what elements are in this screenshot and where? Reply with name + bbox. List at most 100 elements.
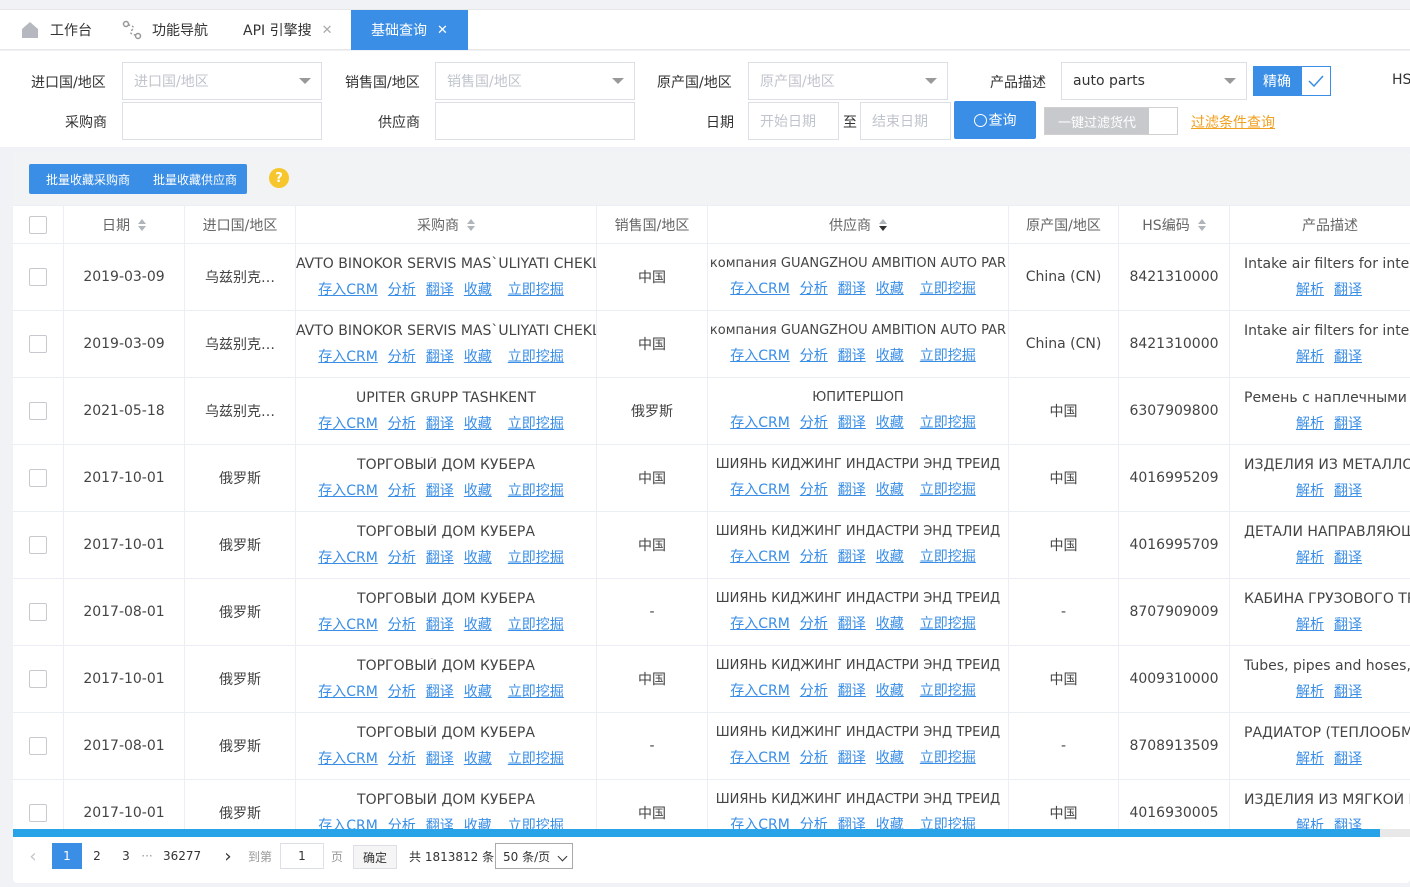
translate-link[interactable]: 翻译 bbox=[426, 279, 454, 299]
analyze-link[interactable]: 分析 bbox=[800, 479, 828, 499]
mine-now-link[interactable]: 立即挖掘 bbox=[508, 547, 564, 567]
save-crm-link[interactable]: 存入CRM bbox=[730, 412, 790, 432]
row-checkbox[interactable] bbox=[29, 536, 47, 554]
mine-now-link[interactable]: 立即挖掘 bbox=[920, 546, 976, 566]
favorite-link[interactable]: 收藏 bbox=[876, 546, 904, 566]
analyze-link[interactable]: 分析 bbox=[800, 680, 828, 700]
translate-link[interactable]: 翻译 bbox=[426, 480, 454, 500]
save-crm-link[interactable]: 存入CRM bbox=[730, 278, 790, 298]
tab-basic-query[interactable]: 基础查询 ✕ bbox=[351, 10, 468, 50]
mine-now-link[interactable]: 立即挖掘 bbox=[920, 412, 976, 432]
col-buyer[interactable]: 采购商 bbox=[296, 206, 597, 244]
favorite-link[interactable]: 收藏 bbox=[876, 345, 904, 365]
save-crm-link[interactable]: 存入CRM bbox=[730, 546, 790, 566]
save-crm-link[interactable]: 存入CRM bbox=[730, 479, 790, 499]
favorite-link[interactable]: 收藏 bbox=[464, 614, 492, 634]
translate-link[interactable]: 翻译 bbox=[838, 747, 866, 767]
mine-now-link[interactable]: 立即挖掘 bbox=[920, 747, 976, 767]
favorite-link[interactable]: 收藏 bbox=[876, 479, 904, 499]
mine-now-link[interactable]: 立即挖掘 bbox=[920, 278, 976, 298]
translate-link[interactable]: 翻译 bbox=[1334, 748, 1362, 768]
analyze-link[interactable]: 分析 bbox=[388, 681, 416, 701]
goto-confirm-button[interactable]: 确定 bbox=[353, 845, 397, 869]
translate-link[interactable]: 翻译 bbox=[1334, 480, 1362, 500]
analyze-link[interactable]: 分析 bbox=[800, 278, 828, 298]
mine-now-link[interactable]: 立即挖掘 bbox=[508, 748, 564, 768]
analyze-link[interactable]: 分析 bbox=[800, 747, 828, 767]
mine-now-link[interactable]: 立即挖掘 bbox=[508, 681, 564, 701]
analyze-link[interactable]: 分析 bbox=[388, 748, 416, 768]
batch-collect-buyers-button[interactable]: 批量收藏采购商 bbox=[29, 164, 147, 194]
analyze-link[interactable]: 分析 bbox=[388, 480, 416, 500]
sales-country-select[interactable]: 销售国/地区 bbox=[435, 62, 635, 100]
product-desc-select[interactable]: auto parts bbox=[1061, 62, 1247, 100]
save-crm-link[interactable]: 存入CRM bbox=[318, 815, 378, 831]
row-checkbox[interactable] bbox=[29, 402, 47, 420]
filter-conditions-link[interactable]: 过滤条件查询 bbox=[1191, 112, 1275, 132]
favorite-link[interactable]: 收藏 bbox=[464, 547, 492, 567]
save-crm-link[interactable]: 存入CRM bbox=[318, 413, 378, 433]
favorite-link[interactable]: 收藏 bbox=[464, 681, 492, 701]
mine-now-link[interactable]: 立即挖掘 bbox=[508, 413, 564, 433]
row-checkbox[interactable] bbox=[29, 268, 47, 286]
next-page-button[interactable]: › bbox=[220, 843, 236, 869]
parse-link[interactable]: 解析 bbox=[1296, 547, 1324, 567]
prev-page-button[interactable]: ‹ bbox=[25, 843, 41, 869]
translate-link[interactable]: 翻译 bbox=[838, 546, 866, 566]
favorite-link[interactable]: 收藏 bbox=[876, 278, 904, 298]
row-checkbox[interactable] bbox=[29, 469, 47, 487]
parse-link[interactable]: 解析 bbox=[1296, 279, 1324, 299]
translate-link[interactable]: 翻译 bbox=[1334, 346, 1362, 366]
translate-link[interactable]: 翻译 bbox=[426, 614, 454, 634]
sort-icon[interactable] bbox=[1197, 219, 1206, 231]
translate-link[interactable]: 翻译 bbox=[838, 479, 866, 499]
favorite-link[interactable]: 收藏 bbox=[464, 413, 492, 433]
save-crm-link[interactable]: 存入CRM bbox=[318, 614, 378, 634]
mine-now-link[interactable]: 立即挖掘 bbox=[508, 480, 564, 500]
save-crm-link[interactable]: 存入CRM bbox=[318, 279, 378, 299]
analyze-link[interactable]: 分析 bbox=[388, 547, 416, 567]
mine-now-link[interactable]: 立即挖掘 bbox=[508, 279, 564, 299]
row-checkbox[interactable] bbox=[29, 603, 47, 621]
row-checkbox[interactable] bbox=[29, 804, 47, 822]
row-checkbox[interactable] bbox=[29, 335, 47, 353]
translate-link[interactable]: 翻译 bbox=[838, 345, 866, 365]
col-date[interactable]: 日期 bbox=[64, 206, 185, 244]
page-size-select[interactable]: 50 条/页 bbox=[495, 843, 573, 869]
parse-link[interactable]: 解析 bbox=[1296, 614, 1324, 634]
sort-icon[interactable] bbox=[879, 219, 887, 231]
row-checkbox[interactable] bbox=[29, 670, 47, 688]
buyer-input[interactable] bbox=[122, 102, 322, 140]
save-crm-link[interactable]: 存入CRM bbox=[730, 613, 790, 633]
save-crm-link[interactable]: 存入CRM bbox=[730, 345, 790, 365]
mine-now-link[interactable]: 立即挖掘 bbox=[920, 479, 976, 499]
tab-function-nav[interactable]: 功能导航 bbox=[122, 10, 208, 50]
page-3[interactable]: 3 bbox=[111, 843, 141, 869]
mine-now-link[interactable]: 立即挖掘 bbox=[508, 614, 564, 634]
sort-icon[interactable] bbox=[138, 219, 146, 231]
favorite-link[interactable]: 收藏 bbox=[464, 279, 492, 299]
analyze-link[interactable]: 分析 bbox=[800, 345, 828, 365]
mine-now-link[interactable]: 立即挖掘 bbox=[508, 815, 564, 831]
analyze-link[interactable]: 分析 bbox=[800, 814, 828, 830]
row-checkbox[interactable] bbox=[29, 737, 47, 755]
close-icon[interactable]: ✕ bbox=[322, 23, 333, 38]
translate-link[interactable]: 翻译 bbox=[838, 680, 866, 700]
translate-link[interactable]: 翻译 bbox=[1334, 681, 1362, 701]
parse-link[interactable]: 解析 bbox=[1296, 815, 1324, 831]
parse-link[interactable]: 解析 bbox=[1296, 346, 1324, 366]
save-crm-link[interactable]: 存入CRM bbox=[318, 748, 378, 768]
favorite-link[interactable]: 收藏 bbox=[464, 480, 492, 500]
filter-forwarder-toggle[interactable]: 一键过滤货代 bbox=[1044, 107, 1178, 135]
analyze-link[interactable]: 分析 bbox=[388, 614, 416, 634]
import-country-select[interactable]: 进口国/地区 bbox=[122, 62, 322, 100]
save-crm-link[interactable]: 存入CRM bbox=[730, 747, 790, 767]
mine-now-link[interactable]: 立即挖掘 bbox=[920, 814, 976, 830]
favorite-link[interactable]: 收藏 bbox=[464, 346, 492, 366]
parse-link[interactable]: 解析 bbox=[1296, 480, 1324, 500]
parse-link[interactable]: 解析 bbox=[1296, 413, 1324, 433]
supplier-input[interactable] bbox=[435, 102, 635, 140]
mine-now-link[interactable]: 立即挖掘 bbox=[920, 345, 976, 365]
translate-link[interactable]: 翻译 bbox=[426, 413, 454, 433]
save-crm-link[interactable]: 存入CRM bbox=[318, 547, 378, 567]
